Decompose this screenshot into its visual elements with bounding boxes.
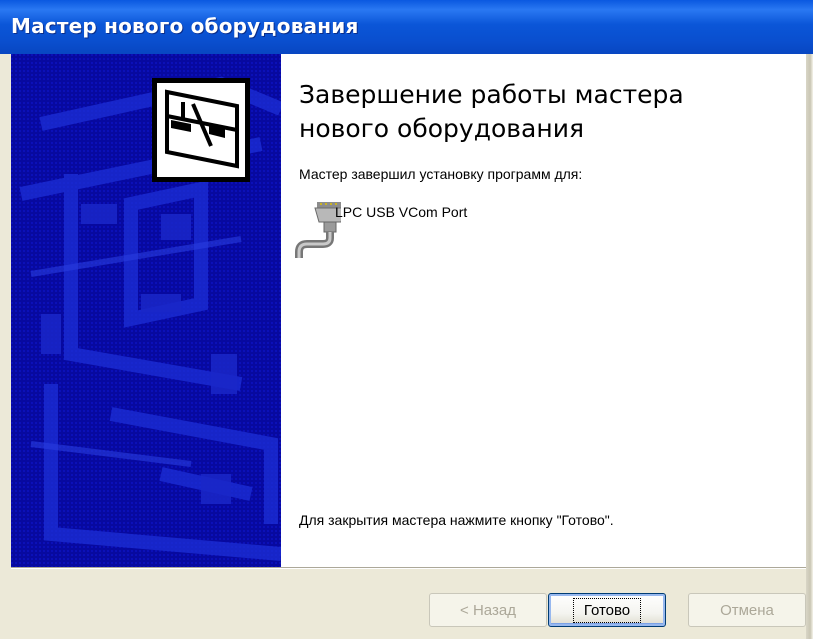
wizard-window: Мастер нового оборудования Завершение ра… bbox=[0, 0, 813, 639]
button-bar: < Назад Готово Отмена bbox=[11, 569, 806, 639]
window-left-border bbox=[0, 54, 11, 639]
back-button[interactable]: < Назад bbox=[429, 593, 547, 627]
device-name: LPC USB VCom Port bbox=[335, 204, 468, 220]
banner-graphic bbox=[11, 54, 281, 567]
wizard-content: Завершение работы мастера нового оборудо… bbox=[281, 54, 806, 567]
wizard-banner bbox=[11, 54, 281, 567]
hardware-wizard-icon bbox=[152, 78, 250, 182]
finish-button-label: Готово bbox=[572, 597, 642, 623]
finish-button[interactable]: Готово bbox=[548, 593, 666, 627]
title-bar[interactable]: Мастер нового оборудования bbox=[0, 0, 813, 54]
back-button-label: < Назад bbox=[460, 601, 516, 619]
closing-instruction: Для закрытия мастера нажмите кнопку "Гот… bbox=[299, 512, 614, 528]
window-right-border bbox=[806, 54, 813, 639]
window-title: Мастер нового оборудования bbox=[11, 14, 359, 38]
intro-text: Мастер завершил установку программ для: bbox=[299, 166, 583, 182]
cancel-button-label: Отмена bbox=[720, 601, 774, 619]
serial-port-icon bbox=[295, 202, 341, 258]
page-heading: Завершение работы мастера нового оборудо… bbox=[299, 80, 684, 143]
cancel-button[interactable]: Отмена bbox=[688, 593, 806, 627]
